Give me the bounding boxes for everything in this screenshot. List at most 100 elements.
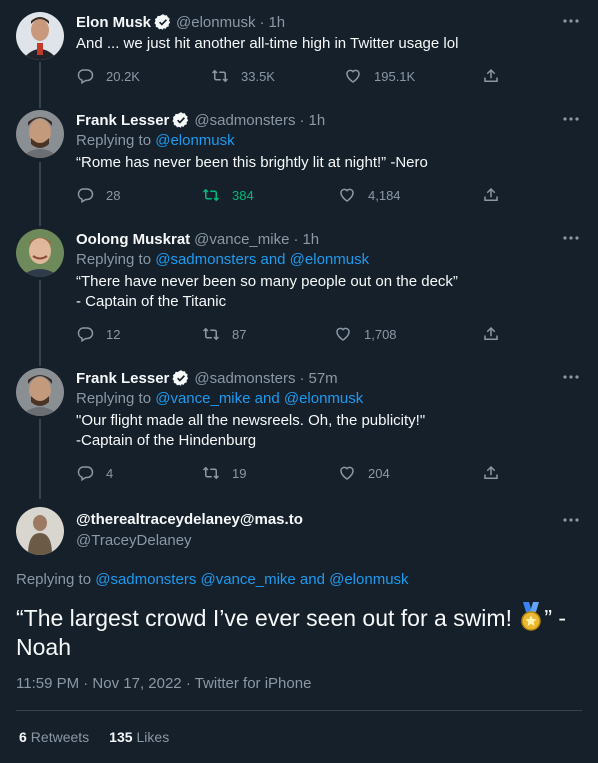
tweet[interactable]: Elon Musk @elonmusk · 1h And ... we just… — [0, 12, 598, 92]
share-button[interactable] — [482, 463, 512, 483]
author-name[interactable]: Elon Musk — [76, 14, 151, 31]
reply-button[interactable]: 20.2K — [76, 66, 140, 86]
tweet[interactable]: Frank Lesser @sadmonsters · 57m Replying… — [0, 368, 598, 488]
replying-to-label: Replying to — [76, 251, 156, 268]
tweet-text: And ... we just hit another all-time hig… — [76, 35, 459, 52]
replying-to: Replying to @vance_mike and @elonmusk — [76, 390, 363, 407]
likes-label: Likes — [136, 729, 170, 745]
mention-link[interactable]: @sadmonsters @vance_mike and @elonmusk — [95, 571, 408, 588]
heart-icon — [338, 186, 356, 204]
share-button[interactable] — [482, 66, 512, 86]
retweet-button[interactable]: 87 — [202, 324, 246, 344]
like-count: 1,708 — [364, 326, 397, 342]
author-name[interactable]: Frank Lesser — [76, 370, 169, 387]
share-icon — [482, 186, 500, 204]
separator-dot: · — [299, 369, 305, 387]
divider — [16, 710, 582, 711]
author-name[interactable]: Oolong Muskrat — [76, 231, 190, 248]
mention-link[interactable]: @elonmusk — [155, 132, 234, 149]
retweet-icon — [202, 325, 220, 343]
tweet-time[interactable]: 57m — [309, 370, 338, 387]
tweet-text: “The largest crowd I’ve ever seen out fo… — [16, 602, 586, 662]
like-button[interactable]: 4,184 — [338, 185, 401, 205]
more-options-icon[interactable] — [562, 370, 580, 384]
replying-to-label: Replying to — [76, 132, 156, 149]
replying-to: Replying to @sadmonsters and @elonmusk — [76, 251, 369, 268]
author-name[interactable]: @therealtraceydelaney@mas.to — [76, 511, 303, 528]
reply-button[interactable]: 12 — [76, 324, 120, 344]
retweet-button[interactable]: 384 — [202, 185, 254, 205]
reply-button[interactable]: 4 — [76, 463, 113, 483]
heart-icon — [338, 464, 356, 482]
retweet-count: 87 — [232, 326, 247, 342]
tweet-text: “There have never been so many people ou… — [76, 273, 458, 310]
like-button[interactable]: 1,708 — [334, 324, 397, 344]
retweets-label: Retweets — [30, 729, 90, 745]
retweet-count: 384 — [232, 187, 254, 203]
tweet[interactable]: Oolong Muskrat @vance_mike · 1h Replying… — [0, 229, 598, 349]
author-handle[interactable]: @elonmusk — [176, 14, 255, 31]
likes-stat[interactable]: 135 Likes — [109, 729, 169, 745]
frank-lesser-avatar[interactable] — [16, 110, 64, 158]
retweets-count: 6 — [19, 729, 27, 745]
reply-count: 28 — [106, 187, 121, 203]
more-options-icon[interactable] — [562, 14, 580, 28]
like-button[interactable]: 204 — [338, 463, 390, 483]
focused-tweet: @therealtraceydelaney@mas.to @TraceyDela… — [0, 507, 598, 567]
reply-count: 12 — [106, 326, 121, 342]
like-count: 204 — [368, 465, 390, 481]
retweets-stat[interactable]: 6 Retweets — [19, 729, 89, 745]
share-icon — [482, 67, 500, 85]
retweet-icon — [211, 67, 229, 85]
verified-badge-icon — [154, 13, 172, 31]
retweet-icon — [202, 186, 220, 204]
tweet-timestamp[interactable]: 11:59 PM · Nov 17, 2022 · Twitter for iP… — [16, 675, 311, 692]
medal-icon — [521, 602, 542, 631]
tweet-time[interactable]: 1h — [309, 112, 326, 129]
likes-count: 135 — [109, 729, 133, 745]
tracey-delaney-avatar[interactable] — [16, 507, 64, 555]
author-handle[interactable]: @sadmonsters — [194, 112, 295, 129]
retweet-button[interactable]: 33.5K — [211, 66, 275, 86]
share-button[interactable] — [482, 185, 512, 205]
tweet-time[interactable]: 1h — [268, 14, 285, 31]
reply-icon — [76, 464, 94, 482]
mention-link[interactable]: @vance_mike and @elonmusk — [155, 390, 363, 407]
retweet-count: 33.5K — [241, 68, 275, 84]
tweet[interactable]: Frank Lesser @sadmonsters · 1h Replying … — [0, 110, 598, 210]
elon-musk-avatar[interactable] — [16, 12, 64, 60]
tweet-text: "Our flight made all the newsreels. Oh, … — [76, 412, 426, 449]
more-options-icon[interactable] — [562, 231, 580, 245]
author-handle[interactable]: @TraceyDelaney — [76, 532, 192, 549]
author-handle[interactable]: @vance_mike — [194, 231, 289, 248]
heart-icon — [344, 67, 362, 85]
mention-link[interactable]: @sadmonsters and @elonmusk — [155, 251, 369, 268]
separator-dot: · — [259, 13, 265, 31]
retweet-icon — [202, 464, 220, 482]
heart-icon — [334, 325, 352, 343]
engagement-stats: 6 Retweets 135 Likes — [19, 729, 169, 745]
reply-icon — [76, 67, 94, 85]
verified-badge-icon — [172, 111, 190, 129]
reply-count: 4 — [106, 465, 114, 481]
share-icon — [482, 325, 500, 343]
more-options-icon[interactable] — [562, 513, 580, 527]
reply-count: 20.2K — [106, 68, 140, 84]
replying-to-label: Replying to — [76, 390, 156, 407]
frank-lesser-avatar[interactable] — [16, 368, 64, 416]
retweet-count: 19 — [232, 465, 247, 481]
author-name[interactable]: Frank Lesser — [76, 112, 169, 129]
tweet-text: “Rome has never been this brightly lit a… — [76, 154, 428, 171]
author-handle[interactable]: @sadmonsters — [194, 370, 295, 387]
tweet-time[interactable]: 1h — [302, 231, 319, 248]
more-options-icon[interactable] — [562, 112, 580, 126]
reply-icon — [76, 186, 94, 204]
retweet-button[interactable]: 19 — [202, 463, 246, 483]
separator-dot: · — [293, 230, 299, 248]
separator-dot: · — [299, 111, 305, 129]
reply-button[interactable]: 28 — [76, 185, 120, 205]
like-button[interactable]: 195.1K — [344, 66, 415, 86]
oolong-muskrat-avatar[interactable] — [16, 229, 64, 277]
verified-badge-icon — [172, 369, 190, 387]
share-button[interactable] — [482, 324, 512, 344]
